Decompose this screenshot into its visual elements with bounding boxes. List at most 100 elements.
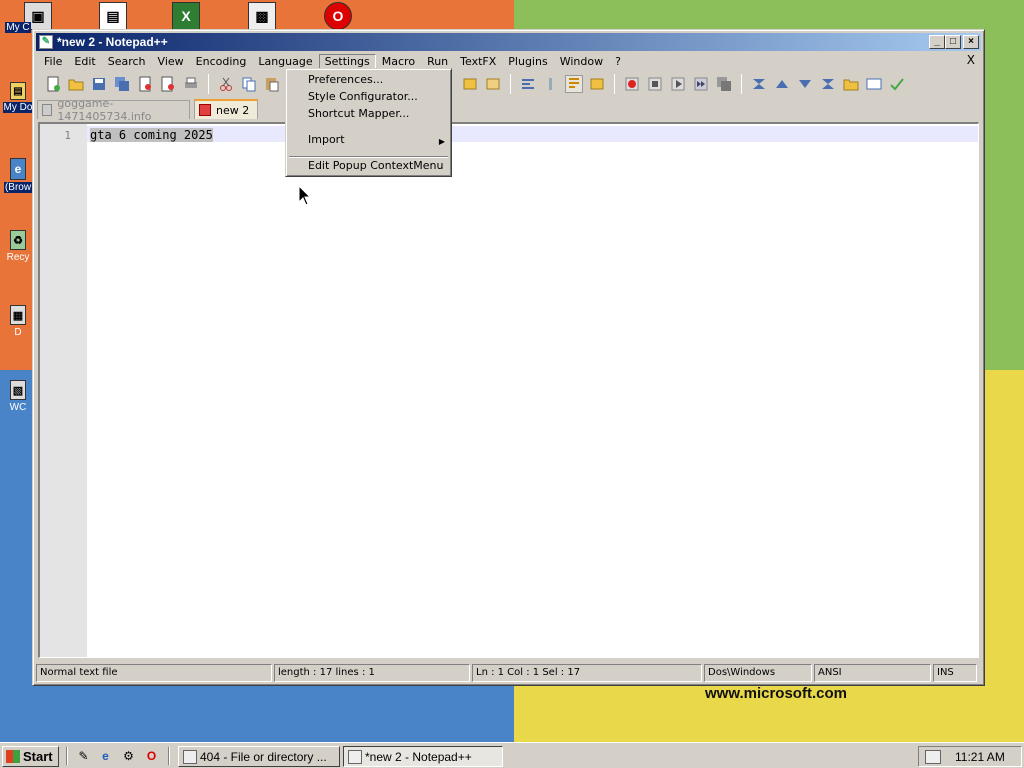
folder-icon[interactable] bbox=[842, 75, 860, 93]
notepad-task-icon bbox=[348, 749, 362, 764]
selected-text: gta 6 coming 2025 bbox=[90, 128, 213, 142]
quicklaunch-settings-icon[interactable]: ⚙ bbox=[120, 748, 137, 765]
menu-item-style-configurator[interactable]: Style Configurator... bbox=[308, 88, 418, 105]
tab-label: goggame-1471405734.info bbox=[57, 97, 152, 123]
desktop-icon-excel[interactable]: X bbox=[166, 2, 206, 30]
menu-file[interactable]: File bbox=[38, 54, 68, 69]
arrow-down-icon[interactable] bbox=[796, 75, 814, 93]
menu-help[interactable]: ? bbox=[609, 54, 627, 69]
collapse-icon[interactable] bbox=[750, 75, 768, 93]
indent-guide-icon[interactable] bbox=[588, 75, 606, 93]
toolbar-separator bbox=[741, 74, 742, 94]
quicklaunch-notepad-icon[interactable]: ✎ bbox=[75, 748, 92, 765]
menu-search[interactable]: Search bbox=[102, 54, 152, 69]
menu-item-edit-popup-contextmenu[interactable]: Edit Popup ContextMenu bbox=[308, 157, 444, 174]
paste-icon[interactable] bbox=[263, 75, 281, 93]
tab-new-2[interactable]: new 2 bbox=[194, 99, 258, 119]
desktop-icon-scheduler[interactable]: ▩ bbox=[242, 2, 282, 30]
toolbar-separator bbox=[208, 74, 209, 94]
menu-encoding[interactable]: Encoding bbox=[190, 54, 253, 69]
cut-icon[interactable] bbox=[217, 75, 235, 93]
expand-icon[interactable] bbox=[819, 75, 837, 93]
desktop-icon-d[interactable]: ▦ D bbox=[2, 305, 34, 338]
maximize-button[interactable]: □ bbox=[945, 35, 961, 49]
desktop-icon-opera[interactable]: O bbox=[318, 2, 358, 30]
save-icon[interactable] bbox=[90, 75, 108, 93]
editor-text: gta 6 coming 2025 bbox=[90, 128, 213, 142]
window-title: *new 2 - Notepad++ bbox=[57, 35, 168, 49]
status-eol: Dos\Windows bbox=[704, 664, 812, 682]
menu-item-shortcut-mapper[interactable]: Shortcut Mapper... bbox=[308, 105, 409, 122]
windows-logo-icon bbox=[6, 750, 20, 763]
sync-scroll-icon[interactable] bbox=[519, 75, 537, 93]
new-file-icon[interactable] bbox=[44, 75, 62, 93]
quicklaunch-opera-icon[interactable]: O bbox=[143, 748, 160, 765]
desktop-icon-printer[interactable]: ▤ bbox=[93, 2, 133, 30]
spell-check-icon[interactable] bbox=[888, 75, 906, 93]
menu-settings[interactable]: Settings bbox=[318, 53, 376, 69]
tab-goggame-info[interactable]: goggame-1471405734.info bbox=[37, 97, 190, 123]
menu-window[interactable]: Window bbox=[554, 54, 609, 69]
play-macro-icon[interactable] bbox=[669, 75, 687, 93]
title-bar[interactable]: ✎ *new 2 - Notepad++ _ □ × bbox=[36, 33, 981, 51]
desktop-icon-label: My Do bbox=[2, 102, 34, 113]
open-file-icon[interactable] bbox=[67, 75, 85, 93]
desktop-icon-recycle-bin[interactable]: ♻ Recy bbox=[2, 230, 34, 263]
status-mode: INS bbox=[933, 664, 977, 682]
task-notepad[interactable]: *new 2 - Notepad++ bbox=[343, 746, 503, 767]
close-all-icon[interactable] bbox=[159, 75, 177, 93]
stop-macro-icon[interactable] bbox=[646, 75, 664, 93]
status-length: length : 17 lines : 1 bbox=[274, 664, 470, 682]
menu-plugins[interactable]: Plugins bbox=[502, 54, 553, 69]
menu-item-import[interactable]: Import bbox=[308, 131, 345, 148]
close-button[interactable]: × bbox=[963, 35, 979, 49]
status-position: Ln : 1 Col : 1 Sel : 17 bbox=[472, 664, 702, 682]
minimize-button[interactable]: _ bbox=[929, 35, 945, 49]
text-editor[interactable]: 1 gta 6 coming 2025 bbox=[38, 122, 979, 658]
menu-textfx[interactable]: TextFX bbox=[454, 54, 502, 69]
menu-language[interactable]: Language bbox=[252, 54, 318, 69]
task-browser-404[interactable]: 404 - File or directory ... bbox=[178, 746, 340, 767]
status-file-type: Normal text file bbox=[36, 664, 272, 682]
mouse-cursor-icon bbox=[298, 185, 312, 206]
copy-icon[interactable] bbox=[240, 75, 258, 93]
start-button[interactable]: Start bbox=[2, 746, 59, 767]
clock[interactable]: 11:21 AM bbox=[955, 750, 1005, 764]
menu-item-preferences[interactable]: Preferences... bbox=[308, 71, 383, 88]
zoom-in-icon[interactable] bbox=[461, 75, 479, 93]
arrow-up-icon[interactable] bbox=[773, 75, 791, 93]
network-tray-icon[interactable] bbox=[925, 749, 941, 764]
desktop-icon-browser[interactable]: e (Brow bbox=[2, 158, 34, 193]
console-icon[interactable] bbox=[865, 75, 883, 93]
unsaved-file-icon bbox=[199, 104, 211, 116]
task-label: 404 - File or directory ... bbox=[200, 749, 327, 764]
save-macro-icon[interactable] bbox=[715, 75, 733, 93]
line-number: 1 bbox=[64, 129, 71, 142]
close-document-button[interactable]: X bbox=[967, 53, 975, 67]
desktop-icon-wc[interactable]: ▧ WC bbox=[2, 380, 34, 413]
quicklaunch-ie-icon[interactable]: e bbox=[97, 748, 114, 765]
word-wrap-icon[interactable] bbox=[542, 75, 560, 93]
menu-edit[interactable]: Edit bbox=[68, 54, 101, 69]
toolbar-separator bbox=[510, 74, 511, 94]
wallpaper-url-text: www.microsoft.com bbox=[705, 685, 847, 702]
desktop-icon-my-computer[interactable]: My C bbox=[2, 20, 34, 33]
record-macro-icon[interactable] bbox=[623, 75, 641, 93]
desktop-icon-label: WC bbox=[9, 402, 27, 413]
desktop-icon-my-documents[interactable]: ▤ My Do bbox=[2, 82, 34, 113]
save-all-icon[interactable] bbox=[113, 75, 131, 93]
print-icon[interactable] bbox=[182, 75, 200, 93]
desktop-icon-label: D bbox=[14, 327, 22, 338]
zoom-out-icon[interactable] bbox=[484, 75, 502, 93]
notepad-app-icon: ✎ bbox=[39, 35, 53, 49]
menu-view[interactable]: View bbox=[152, 54, 190, 69]
task-label: *new 2 - Notepad++ bbox=[365, 749, 472, 764]
menu-run[interactable]: Run bbox=[421, 54, 454, 69]
menu-macro[interactable]: Macro bbox=[376, 54, 421, 69]
show-all-chars-icon[interactable] bbox=[565, 75, 583, 93]
close-file-icon[interactable] bbox=[136, 75, 154, 93]
desktop-icon-label: (Brow bbox=[3, 182, 33, 193]
desktop-icon-label: My C bbox=[5, 22, 31, 33]
taskbar: Start ✎ e ⚙ O 404 - File or directory ..… bbox=[0, 742, 1024, 768]
run-macro-multiple-icon[interactable] bbox=[692, 75, 710, 93]
